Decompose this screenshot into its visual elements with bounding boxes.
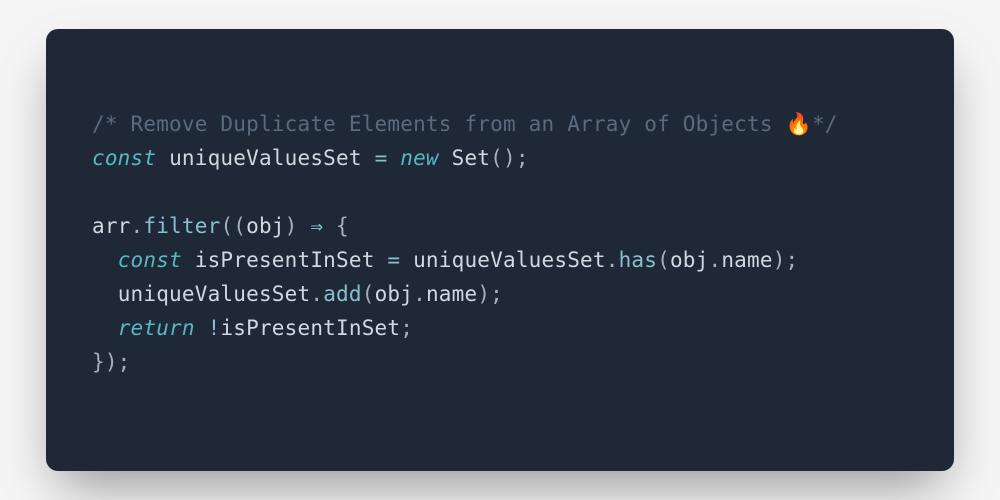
- punctuation: {: [336, 214, 349, 238]
- punctuation: ();: [490, 146, 529, 170]
- comment-open: /*: [92, 112, 131, 136]
- punctuation: );: [477, 282, 503, 306]
- code-snippet-card: /* Remove Duplicate Elements from an Arr…: [46, 29, 954, 471]
- punctuation: ;: [400, 316, 413, 340]
- identifier: uniqueValuesSet: [169, 146, 362, 170]
- comment-text: Remove Duplicate Elements from an Array …: [131, 112, 786, 136]
- punctuation: .: [310, 282, 323, 306]
- identifier: uniqueValuesSet: [118, 282, 311, 306]
- punctuation: .: [606, 248, 619, 272]
- method-name: filter: [143, 214, 220, 238]
- indent: [92, 316, 118, 340]
- identifier: name: [426, 282, 477, 306]
- operator-not: !: [208, 316, 221, 340]
- operator-equals: =: [387, 248, 400, 272]
- identifier: isPresentInSet: [195, 248, 375, 272]
- punctuation: ): [285, 214, 298, 238]
- fire-icon: 🔥: [786, 112, 812, 136]
- indent: [92, 248, 118, 272]
- method-name: has: [619, 248, 658, 272]
- punctuation: .: [131, 214, 144, 238]
- class-name: Set: [452, 146, 491, 170]
- punctuation: .: [709, 248, 722, 272]
- punctuation: });: [92, 350, 131, 374]
- keyword-const: const: [92, 146, 156, 170]
- param: obj: [246, 214, 285, 238]
- code-block: /* Remove Duplicate Elements from an Arr…: [92, 107, 908, 379]
- punctuation: ((: [220, 214, 246, 238]
- identifier: isPresentInSet: [220, 316, 400, 340]
- identifier: uniqueValuesSet: [413, 248, 606, 272]
- keyword-return: return: [118, 316, 195, 340]
- identifier: obj: [375, 282, 414, 306]
- arrow-icon: ⇒: [310, 214, 323, 238]
- punctuation: (: [362, 282, 375, 306]
- identifier: arr: [92, 214, 131, 238]
- punctuation: .: [413, 282, 426, 306]
- comment-close: */: [812, 112, 838, 136]
- identifier: name: [721, 248, 772, 272]
- identifier: obj: [670, 248, 709, 272]
- keyword-new: new: [400, 146, 439, 170]
- operator-equals: =: [375, 146, 388, 170]
- keyword-const: const: [118, 248, 182, 272]
- method-name: add: [323, 282, 362, 306]
- punctuation: (: [657, 248, 670, 272]
- indent: [92, 282, 118, 306]
- punctuation: );: [773, 248, 799, 272]
